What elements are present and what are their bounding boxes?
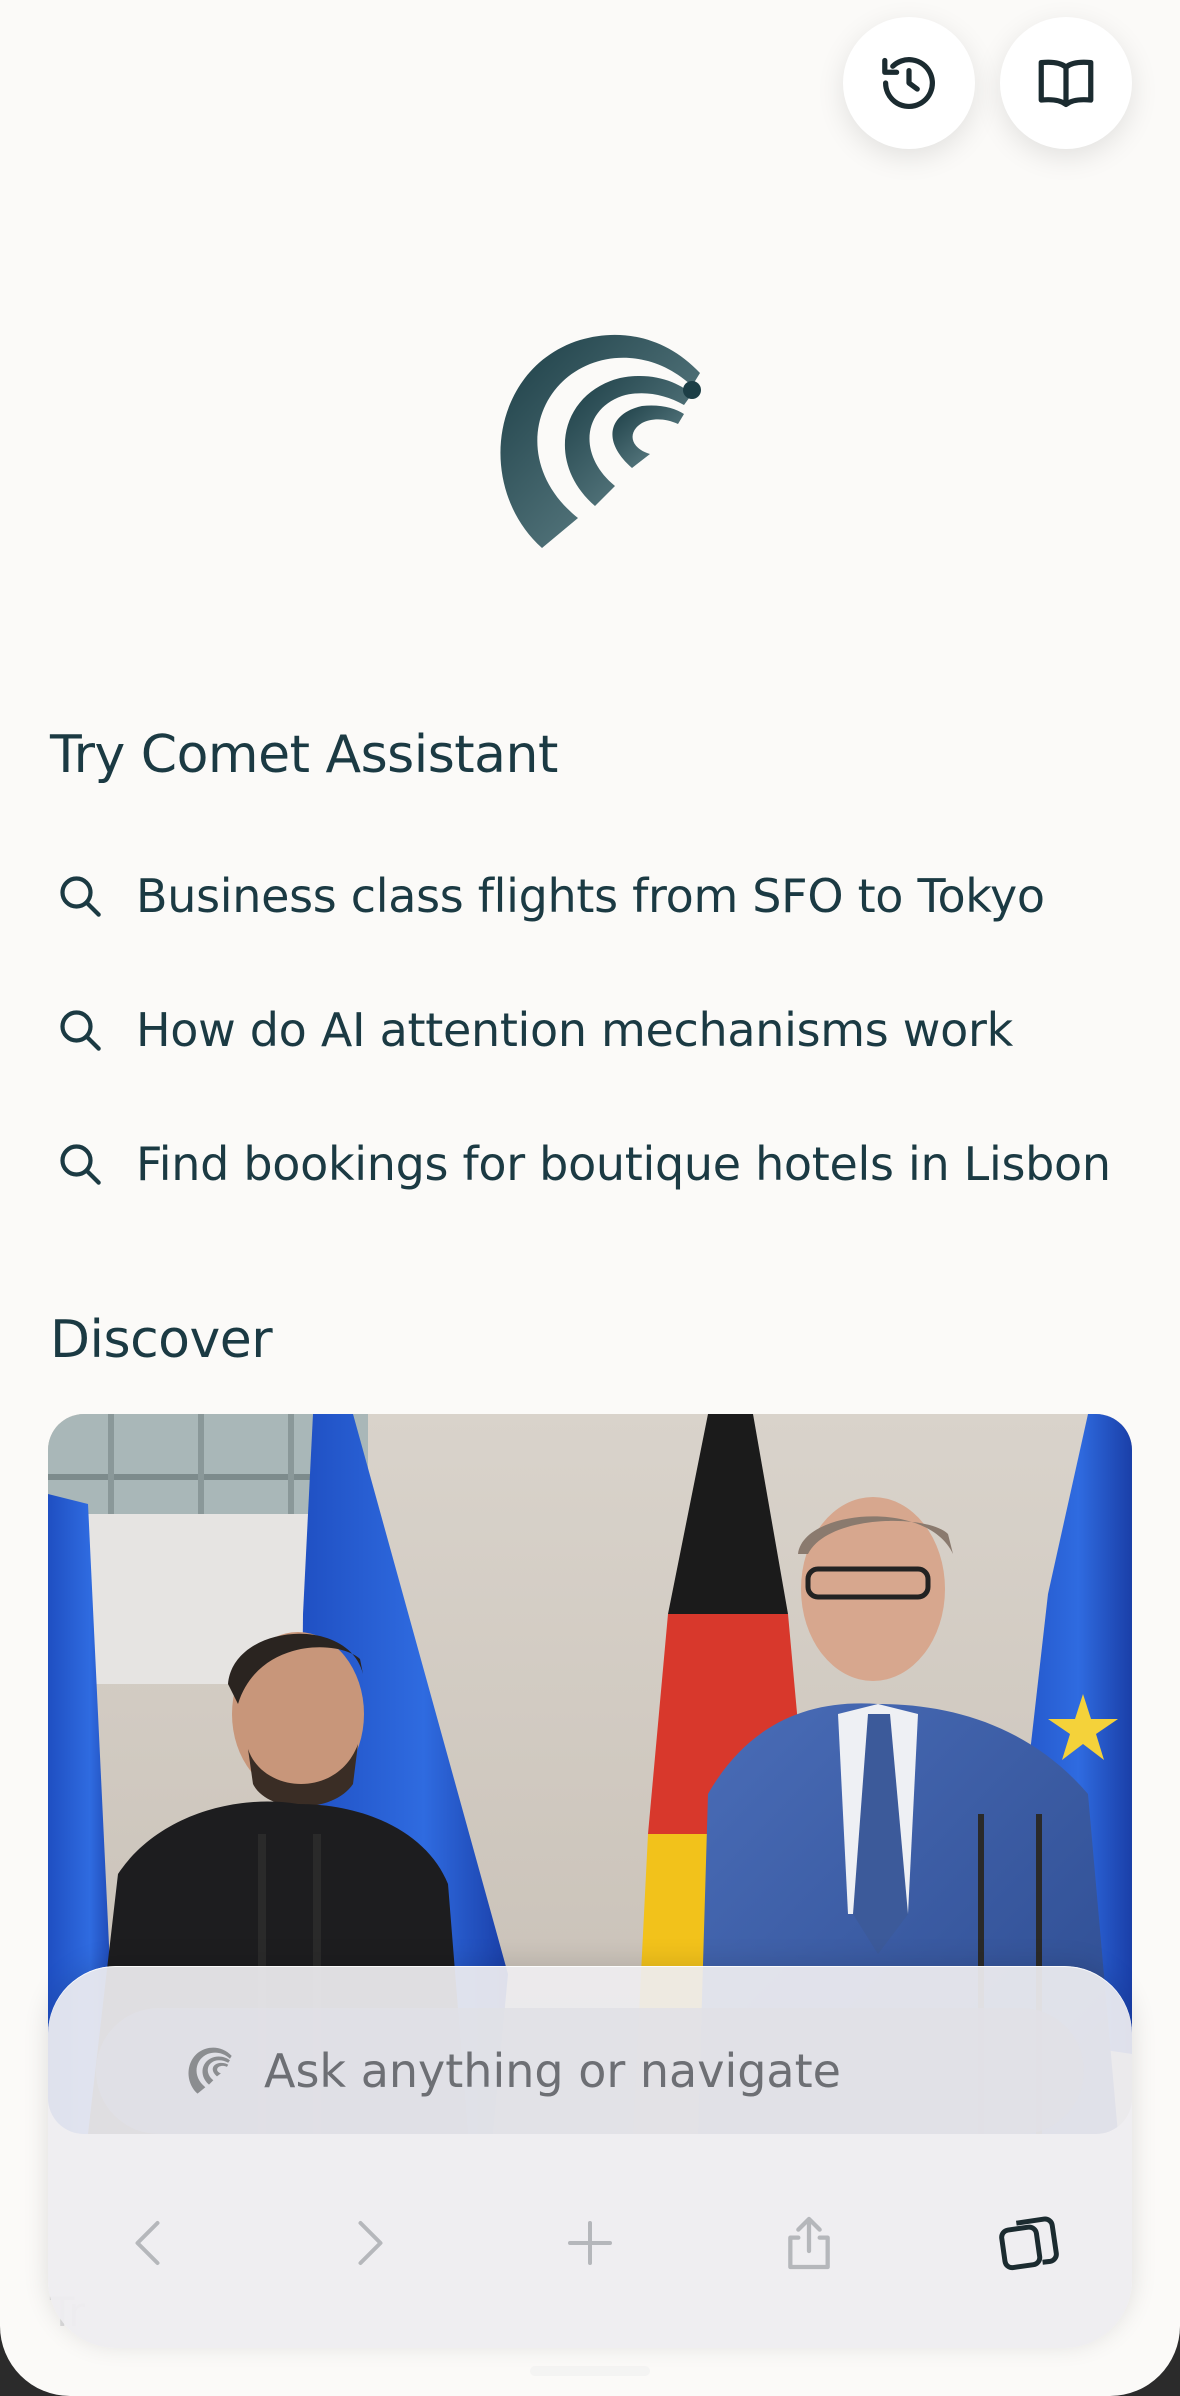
share-button[interactable] bbox=[754, 2188, 864, 2298]
search-icon bbox=[60, 1010, 101, 1051]
search-input[interactable]: Ask anything or navigate bbox=[96, 2008, 1084, 2134]
browser-start-page: Try Comet Assistant Business class fligh… bbox=[0, 0, 1180, 2396]
discover-section-title: Discover bbox=[50, 1310, 273, 1370]
home-indicator bbox=[530, 2366, 650, 2376]
chevron-left-icon bbox=[135, 2221, 160, 2265]
search-icon bbox=[60, 1144, 101, 1185]
library-button[interactable] bbox=[1000, 17, 1132, 149]
book-icon bbox=[1038, 59, 1094, 108]
chevron-right-icon bbox=[358, 2221, 383, 2265]
navigation-row bbox=[48, 2166, 1132, 2316]
suggestion-text: How do AI attention mechanisms work bbox=[136, 1003, 1013, 1057]
suggestion-text: Business class flights from SFO to Tokyo bbox=[136, 869, 1045, 923]
suggestion-text: Find bookings for boutique hotels in Lis… bbox=[136, 1137, 1111, 1191]
search-placeholder: Ask anything or navigate bbox=[264, 2044, 841, 2098]
back-button[interactable] bbox=[95, 2188, 205, 2298]
bottom-toolbar: Ask anything or navigate bbox=[48, 1966, 1132, 2348]
tabs-icon bbox=[999, 2216, 1059, 2271]
share-icon bbox=[788, 2216, 830, 2270]
history-icon bbox=[882, 57, 935, 110]
comet-logo-icon bbox=[500, 334, 701, 548]
suggestion-item[interactable]: How do AI attention mechanisms work bbox=[50, 990, 1140, 1070]
suggestion-item[interactable]: Business class flights from SFO to Tokyo bbox=[50, 856, 1140, 936]
comet-icon bbox=[188, 2047, 232, 2094]
forward-button[interactable] bbox=[313, 2188, 423, 2298]
tabs-button[interactable] bbox=[973, 2188, 1083, 2298]
assistant-section-title: Try Comet Assistant bbox=[50, 725, 558, 785]
suggestion-item[interactable]: Find bookings for boutique hotels in Lis… bbox=[50, 1124, 1140, 1204]
plus-icon bbox=[568, 2221, 612, 2265]
new-tab-button[interactable] bbox=[535, 2188, 645, 2298]
history-button[interactable] bbox=[843, 17, 975, 149]
search-icon bbox=[60, 876, 101, 917]
